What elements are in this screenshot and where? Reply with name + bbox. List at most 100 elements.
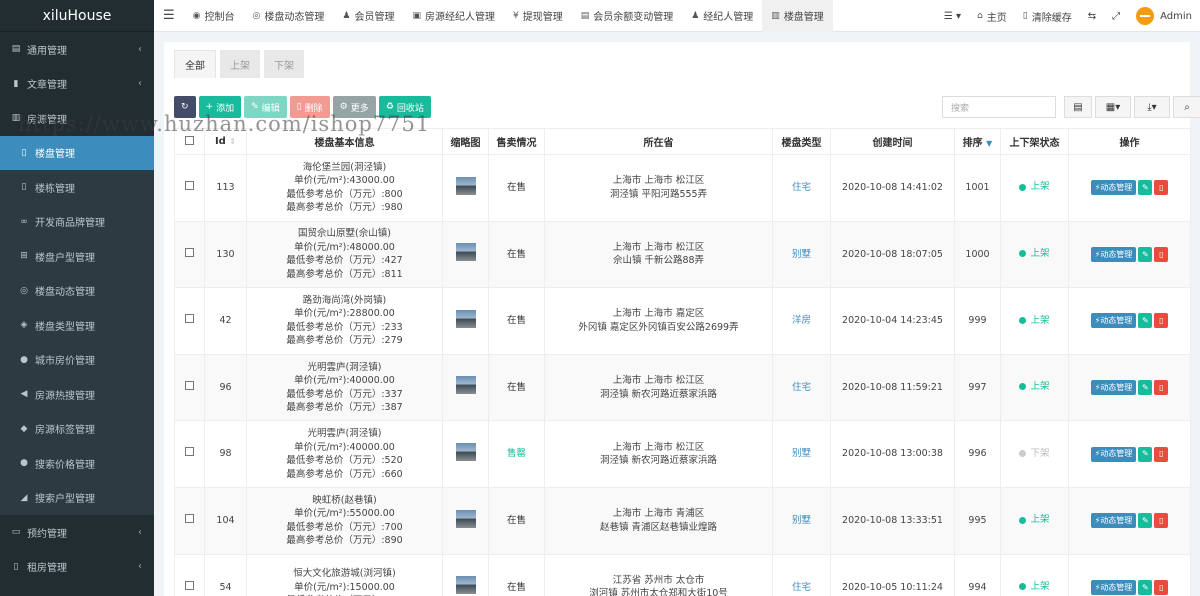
sidebar-item-12[interactable]: ● 搜索价格管理 — [0, 446, 154, 481]
fullscreen-icon[interactable]: ⤢ — [1104, 0, 1128, 32]
table-row[interactable]: 96 光明雲庐(洞泾镇) 单价(元/m²):40000.00 最低参考总价（万元）:3… — [174, 353, 1191, 422]
row-type[interactable]: 住宅 — [772, 353, 831, 422]
tab-off-shelf[interactable]: 下架 — [264, 50, 304, 78]
row-status[interactable]: 上架 — [1000, 220, 1069, 289]
sidebar-item-8[interactable]: ◈ 楼盘类型管理 — [0, 308, 154, 343]
row-sort: 995 — [954, 486, 1001, 555]
delete-row-button[interactable]: ▯ — [1154, 513, 1169, 529]
edit-row-button[interactable]: ✎ — [1138, 380, 1153, 396]
home-link[interactable]: ⌂ 主页 — [969, 0, 1015, 32]
row-type[interactable]: 洋房 — [772, 287, 831, 355]
tab-all[interactable]: 全部 — [174, 50, 216, 78]
clear-cache-link[interactable]: ▯ 清除缓存 — [1015, 0, 1080, 32]
row-checkbox[interactable] — [174, 420, 205, 488]
sidebar-item-10[interactable]: ◀ 房源热搜管理 — [0, 377, 154, 412]
delete-row-button[interactable]: ▯ — [1154, 313, 1169, 329]
edit-row-button[interactable]: ✎ — [1138, 180, 1153, 196]
tab-user-secret[interactable]: ♟ 经纪人管理 — [682, 0, 762, 32]
row-status[interactable]: 下架 — [1000, 420, 1069, 488]
row-thumbnail[interactable] — [442, 287, 489, 355]
sidebar-item-13[interactable]: ◢ 搜索户型管理 — [0, 480, 154, 515]
edit-row-button[interactable]: ✎ — [1138, 446, 1153, 462]
edit-row-button[interactable]: ✎ — [1138, 313, 1153, 329]
sidebar-item-11[interactable]: ◆ 房源标签管理 — [0, 411, 154, 446]
sidebar-item-label: 租房管理 — [27, 563, 67, 575]
tab-on-shelf[interactable]: 上架 — [220, 50, 260, 78]
row-thumbnail[interactable] — [442, 220, 489, 289]
row-status[interactable]: 上架 — [1000, 486, 1069, 555]
toggle-view-icon[interactable]: ▤ — [1064, 96, 1092, 118]
sidebar-item-6[interactable]: ⊞ 楼盘户型管理 — [0, 239, 154, 274]
file-icon: ▮ — [13, 78, 19, 89]
row-checkbox[interactable] — [174, 486, 205, 555]
sidebar-item-0[interactable]: ▤ 通用管理 ‹ — [0, 32, 154, 67]
table-row[interactable]: 113 海伦堡兰园(洞泾镇) 单价(元/m²):43000.00 最低参考总价（万元）… — [174, 154, 1191, 222]
row-checkbox[interactable] — [174, 154, 205, 222]
sidebar-item-7[interactable]: ◎ 楼盘动态管理 — [0, 273, 154, 308]
briefcase-icon: ▣ — [412, 10, 421, 21]
dynamic-manage-button[interactable]: ⚡ 动态管理 — [1090, 380, 1137, 396]
dynamic-manage-button[interactable]: ⚡ 动态管理 — [1090, 579, 1137, 595]
tab-money[interactable]: ▤ 会员余额变动管理 — [572, 0, 683, 32]
sidebar-item-1[interactable]: ▮ 文章管理 ‹ — [0, 67, 154, 102]
row-checkbox[interactable] — [174, 553, 205, 596]
sidebar-toggle-icon[interactable]: ☰ — [154, 0, 184, 32]
dynamic-manage-button[interactable]: ⚡ 动态管理 — [1090, 246, 1137, 262]
dynamic-manage-button[interactable]: ⚡ 动态管理 — [1090, 313, 1137, 329]
row-type[interactable]: 住宅 — [772, 154, 831, 222]
row-status[interactable]: 上架 — [1000, 154, 1069, 222]
user-menu[interactable]: Admin — [1128, 0, 1200, 32]
delete-row-button[interactable]: ▯ — [1154, 246, 1169, 262]
row-thumbnail[interactable] — [442, 553, 489, 596]
row-type[interactable]: 别墅 — [772, 420, 831, 488]
table-row[interactable]: 130 国贸佘山原墅(佘山镇) 单价(元/m²):48000.00 最低参考总价（万元… — [174, 220, 1191, 289]
dynamic-manage-button[interactable]: ⚡ 动态管理 — [1090, 180, 1137, 196]
dynamic-manage-button[interactable]: ⚡ 动态管理 — [1090, 513, 1137, 529]
row-thumbnail[interactable] — [442, 353, 489, 422]
sidebar-item-14[interactable]: ▭ 预约管理 ‹ — [0, 515, 154, 550]
row-thumbnail[interactable] — [442, 420, 489, 488]
sidebar-item-5[interactable]: ∞ 开发商品牌管理 — [0, 204, 154, 239]
edit-row-button[interactable]: ✎ — [1138, 579, 1153, 595]
row-checkbox[interactable] — [174, 287, 205, 355]
col-sort[interactable]: 排序 ▼ — [954, 128, 1001, 155]
export-icon[interactable]: ⤓▾ — [1134, 96, 1170, 118]
sidebar-item-4[interactable]: ▯ 楼栋管理 — [0, 170, 154, 205]
delete-row-button[interactable]: ▯ — [1154, 380, 1169, 396]
row-type[interactable]: 别墅 — [772, 486, 831, 555]
edit-row-button[interactable]: ✎ — [1138, 246, 1153, 262]
row-thumbnail[interactable] — [442, 154, 489, 222]
sidebar-item-3[interactable]: ▯ 楼盘管理 — [0, 135, 154, 170]
tab-dashboard[interactable]: ◉ 控制台 — [184, 0, 244, 32]
row-type[interactable]: 住宅 — [772, 553, 831, 596]
row-type[interactable]: 别墅 — [772, 220, 831, 289]
tab-user[interactable]: ♟ 会员管理 — [333, 0, 403, 32]
tab-briefcase[interactable]: ▣ 房源经纪人管理 — [403, 0, 504, 32]
tab-eye[interactable]: ◎ 楼盘动态管理 — [244, 0, 334, 32]
sidebar-item-9[interactable]: ● 城市房价管理 — [0, 342, 154, 377]
table-row[interactable]: 42 路劲海尚湾(外岗镇) 单价(元/m²):28800.00 最低参考总价（万元）:… — [174, 287, 1191, 355]
tab-building[interactable]: ▥ 楼盘管理 — [762, 0, 833, 32]
table-row[interactable]: 98 光明雲庐(洞泾镇) 单价(元/m²):40000.00 最低参考总价（万元）:5… — [174, 420, 1191, 488]
language-icon[interactable]: ⇆ — [1080, 0, 1104, 32]
edit-row-button[interactable]: ✎ — [1138, 513, 1153, 529]
columns-icon[interactable]: ▦▾ — [1095, 96, 1131, 118]
row-status[interactable]: 上架 — [1000, 353, 1069, 422]
delete-row-button[interactable]: ▯ — [1154, 579, 1169, 595]
tab-yen[interactable]: ¥ 提现管理 — [504, 0, 572, 32]
table-row[interactable]: 54恒大文化旅游城(浏河镇)单价(元/m²):15000.00最低参考总价（万元… — [174, 553, 1191, 596]
dynamic-manage-button[interactable]: ⚡ 动态管理 — [1090, 446, 1137, 462]
search-input[interactable]: 搜索 — [942, 96, 1056, 118]
row-checkbox[interactable] — [174, 220, 205, 289]
delete-row-button[interactable]: ▯ — [1154, 446, 1169, 462]
row-status[interactable]: 上架 — [1000, 287, 1069, 355]
row-thumbnail[interactable] — [442, 486, 489, 555]
row-status[interactable]: 上架 — [1000, 553, 1069, 596]
search-icon[interactable]: ⌕ — [1173, 96, 1200, 118]
app-logo[interactable]: xiluHouse — [0, 0, 154, 32]
sidebar-item-15[interactable]: ▯ 租房管理 ‹ — [0, 550, 154, 585]
row-checkbox[interactable] — [174, 353, 205, 422]
delete-row-button[interactable]: ▯ — [1154, 180, 1169, 196]
menu-list-icon[interactable]: ☰ ▾ — [936, 0, 969, 32]
table-row[interactable]: 104 映虹桥(赵巷镇) 单价(元/m²):55000.00 最低参考总价（万元）:7… — [174, 486, 1191, 555]
